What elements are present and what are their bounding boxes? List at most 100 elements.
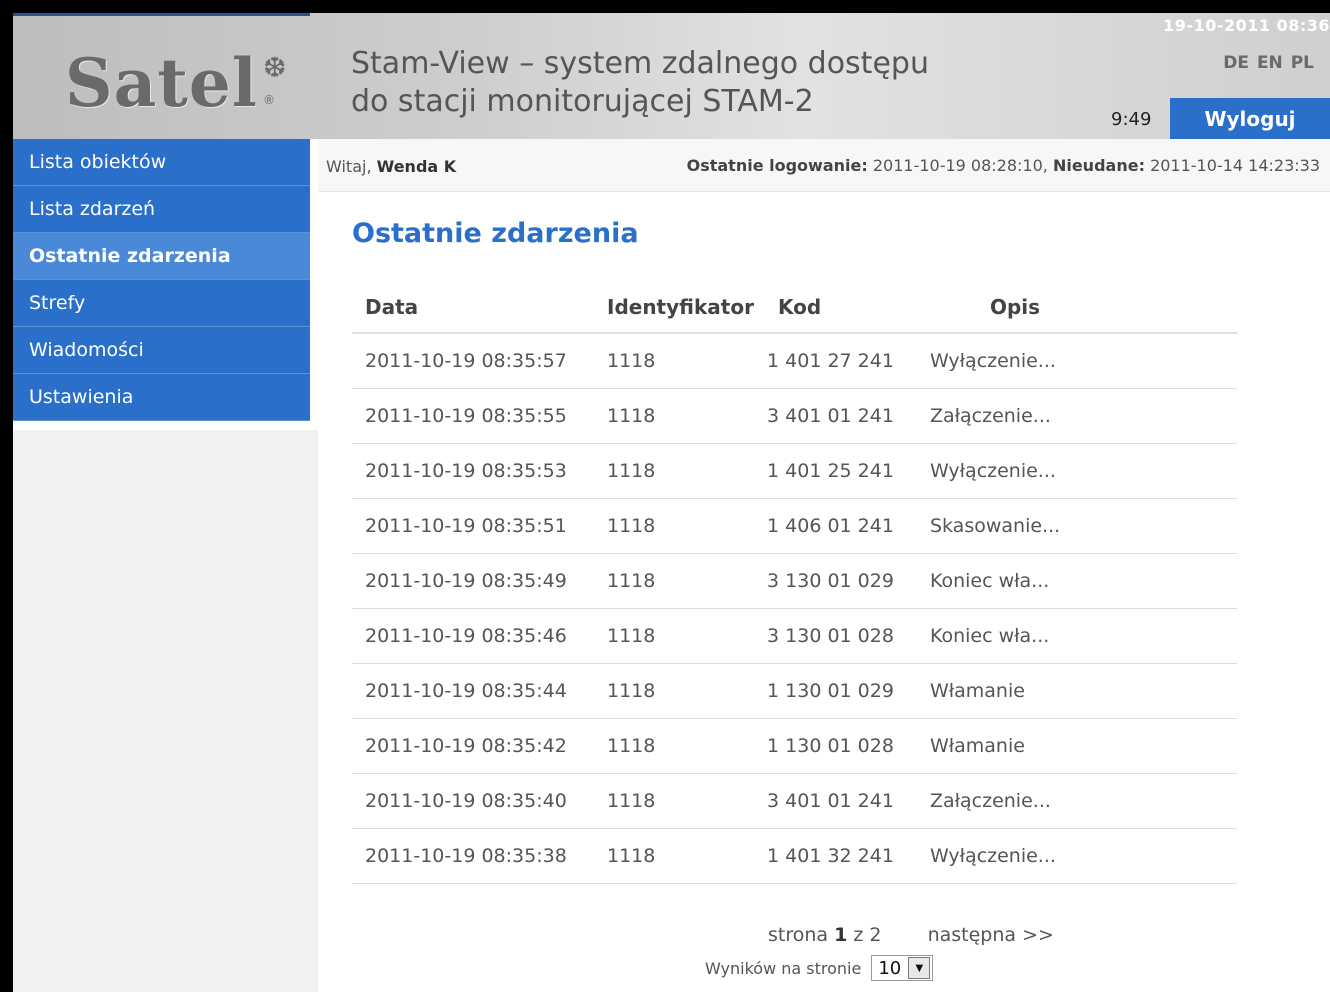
failed-login-label: Nieudane: bbox=[1052, 156, 1145, 175]
cell-code: 3 401 01 241 bbox=[753, 388, 930, 444]
session-timer: 9:49 bbox=[1111, 109, 1152, 130]
window-frame-top bbox=[0, 0, 1330, 13]
results-per-page: Wyników na stronie 10 ▼ bbox=[705, 955, 934, 981]
last-login-info: Ostatnie logowanie: 2011-10-19 08:28:10,… bbox=[687, 156, 1320, 175]
cell-description: Skasowanie... bbox=[929, 498, 1237, 554]
welcome-bar: Witaj, Wenda K Ostatnie logowanie: 2011-… bbox=[318, 139, 1330, 192]
cell-description: Włamanie bbox=[929, 663, 1237, 719]
current-date: 19-10-2011 08:36 bbox=[1163, 16, 1330, 35]
sidebar: Lista obiektów Lista zdarzeń Ostatnie zd… bbox=[13, 139, 310, 421]
sidebar-item-recent-events[interactable]: Ostatnie zdarzenia bbox=[13, 233, 310, 280]
welcome-text: Witaj, Wenda K bbox=[326, 157, 456, 176]
results-per-page-label: Wyników na stronie bbox=[705, 958, 862, 978]
column-header-identifier[interactable]: Identyfikator bbox=[607, 282, 754, 334]
sidebar-background bbox=[13, 430, 318, 992]
cell-description: Wyłączenie... bbox=[929, 443, 1237, 499]
table-row[interactable]: 2011-10-19 08:35:38 1118 1 401 32 241 Wyłąc… bbox=[352, 828, 1237, 884]
header-accent-strip bbox=[13, 13, 310, 16]
last-login-label: Ostatnie logowanie: bbox=[686, 156, 868, 175]
app-title: Stam-View – system zdalnego dostępu do s… bbox=[351, 45, 929, 121]
table-row[interactable]: 2011-10-19 08:35:57 1118 1 401 27 241 Wyłąc… bbox=[352, 333, 1237, 389]
cell-code: 1 130 01 029 bbox=[753, 663, 930, 719]
column-header-date[interactable]: Data bbox=[352, 282, 607, 334]
next-page-link[interactable]: następna >> bbox=[928, 924, 1054, 946]
cell-identifier: 1118 bbox=[607, 828, 754, 884]
cell-code: 1 401 27 241 bbox=[753, 333, 930, 389]
cell-code: 3 130 01 029 bbox=[753, 553, 930, 609]
table-row[interactable]: 2011-10-19 08:35:42 1118 1 130 01 028 Włama… bbox=[352, 718, 1237, 774]
cell-date: 2011-10-19 08:35:49 bbox=[352, 553, 607, 609]
cell-date: 2011-10-19 08:35:55 bbox=[352, 388, 607, 444]
table-row[interactable]: 2011-10-19 08:35:40 1118 3 401 01 241 Załąc… bbox=[352, 773, 1237, 829]
cell-description: Wyłączenie... bbox=[929, 333, 1237, 389]
cell-code: 1 130 01 028 bbox=[753, 718, 930, 774]
sidebar-item-messages[interactable]: Wiadomości bbox=[13, 327, 310, 374]
cell-identifier: 1118 bbox=[607, 608, 754, 664]
registered-mark: ® bbox=[263, 93, 275, 107]
failed-login-value: 2011-10-14 14:23:33 bbox=[1150, 156, 1320, 175]
table-row[interactable]: 2011-10-19 08:35:46 1118 3 130 01 028 Konie… bbox=[352, 608, 1237, 664]
cell-code: 1 401 32 241 bbox=[753, 828, 930, 884]
cell-description: Włamanie bbox=[929, 718, 1237, 774]
cell-description: Załączenie... bbox=[929, 388, 1237, 444]
column-header-code[interactable]: Kod bbox=[753, 282, 930, 334]
table-row[interactable]: 2011-10-19 08:35:51 1118 1 406 01 241 Skaso… bbox=[352, 498, 1237, 554]
snowflake-icon: ❆ bbox=[263, 51, 287, 84]
window-frame-left bbox=[0, 0, 13, 992]
cell-identifier: 1118 bbox=[607, 388, 754, 444]
sidebar-item-zones[interactable]: Strefy bbox=[13, 280, 310, 327]
table-row[interactable]: 2011-10-19 08:35:49 1118 3 130 01 029 Konie… bbox=[352, 553, 1237, 609]
cell-identifier: 1118 bbox=[607, 443, 754, 499]
cell-identifier: 1118 bbox=[607, 773, 754, 829]
user-name: Wenda K bbox=[376, 157, 457, 176]
page-word: strona bbox=[768, 924, 829, 946]
cell-date: 2011-10-19 08:35:57 bbox=[352, 333, 607, 389]
pagination: strona 1 z 2 następna >> bbox=[768, 924, 1054, 946]
header: Satel ❆ ® Stam-View – system zdalnego do… bbox=[13, 13, 1330, 139]
last-login-value: 2011-10-19 08:28:10, bbox=[872, 156, 1048, 175]
column-header-description[interactable]: Opis bbox=[929, 282, 1237, 334]
table-header-row: Data Identyfikator Kod Opis bbox=[352, 282, 1237, 334]
table-row[interactable]: 2011-10-19 08:35:44 1118 1 130 01 029 Włama… bbox=[352, 663, 1237, 719]
page-title: Ostatnie zdarzenia bbox=[352, 218, 639, 249]
satel-logo: Satel bbox=[65, 44, 258, 122]
cell-identifier: 1118 bbox=[607, 498, 754, 554]
cell-identifier: 1118 bbox=[607, 718, 754, 774]
greeting: Witaj, bbox=[326, 157, 372, 176]
cell-identifier: 1118 bbox=[607, 553, 754, 609]
cell-identifier: 1118 bbox=[607, 663, 754, 719]
language-switcher: DE EN PL bbox=[1223, 53, 1314, 73]
app-title-line2: do stacji monitorującej STAM-2 bbox=[351, 84, 814, 119]
lang-pl[interactable]: PL bbox=[1291, 53, 1314, 73]
lang-de[interactable]: DE bbox=[1223, 53, 1249, 73]
cell-date: 2011-10-19 08:35:40 bbox=[352, 773, 607, 829]
cell-code: 3 401 01 241 bbox=[753, 773, 930, 829]
cell-date: 2011-10-19 08:35:44 bbox=[352, 663, 607, 719]
cell-code: 1 406 01 241 bbox=[753, 498, 930, 554]
table-row[interactable]: 2011-10-19 08:35:53 1118 1 401 25 241 Wyłąc… bbox=[352, 443, 1237, 499]
cell-date: 2011-10-19 08:35:46 bbox=[352, 608, 607, 664]
cell-date: 2011-10-19 08:35:38 bbox=[352, 828, 607, 884]
total-pages: 2 bbox=[869, 924, 882, 946]
lang-en[interactable]: EN bbox=[1257, 53, 1283, 73]
cell-description: Załączenie... bbox=[929, 773, 1237, 829]
cell-identifier: 1118 bbox=[607, 333, 754, 389]
cell-description: Wyłączenie... bbox=[929, 828, 1237, 884]
sidebar-item-objects[interactable]: Lista obiektów bbox=[13, 139, 310, 186]
cell-date: 2011-10-19 08:35:53 bbox=[352, 443, 607, 499]
app-title-line1: Stam-View – system zdalnego dostępu bbox=[351, 46, 929, 81]
logout-button[interactable]: Wyloguj bbox=[1170, 98, 1330, 139]
dropdown-arrow-icon[interactable]: ▼ bbox=[908, 957, 931, 979]
current-page: 1 bbox=[834, 924, 848, 946]
of-word: z bbox=[853, 924, 864, 946]
cell-description: Koniec wła... bbox=[929, 553, 1237, 609]
cell-description: Koniec wła... bbox=[929, 608, 1237, 664]
table-row[interactable]: 2011-10-19 08:35:55 1118 3 401 01 241 Załąc… bbox=[352, 388, 1237, 444]
results-per-page-value: 10 bbox=[878, 957, 902, 979]
sidebar-item-events[interactable]: Lista zdarzeń bbox=[13, 186, 310, 233]
results-per-page-select[interactable]: 10 ▼ bbox=[871, 955, 934, 981]
cell-date: 2011-10-19 08:35:42 bbox=[352, 718, 607, 774]
events-table: Data Identyfikator Kod Opis 2011-10-19 0… bbox=[352, 282, 1237, 884]
sidebar-item-settings[interactable]: Ustawienia bbox=[13, 374, 310, 421]
cell-date: 2011-10-19 08:35:51 bbox=[352, 498, 607, 554]
